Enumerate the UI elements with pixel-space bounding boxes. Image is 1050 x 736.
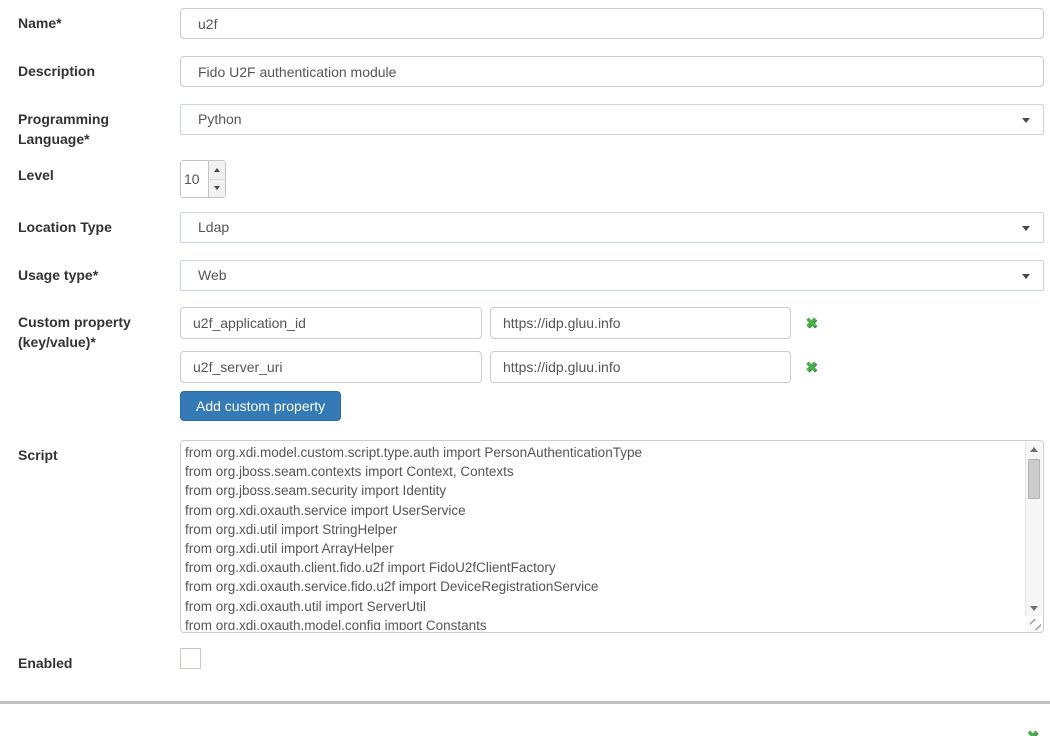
- usage-type-row: Usage type* Web: [18, 260, 1044, 291]
- programming-language-value: Python: [198, 111, 242, 127]
- custom-property-section: Custom property (key/value)* ✖ ✖ Add cus…: [18, 307, 1044, 421]
- custom-property-value-input[interactable]: [490, 351, 791, 383]
- scrollbar-down-arrow-icon[interactable]: [1030, 606, 1038, 611]
- enabled-checkbox[interactable]: [180, 648, 201, 669]
- location-type-row: Location Type Ldap: [18, 212, 1044, 243]
- name-input[interactable]: [180, 8, 1044, 39]
- custom-script-form: Name* Description Programming Language* …: [0, 0, 1050, 704]
- triangle-down-icon: [214, 186, 220, 190]
- programming-language-row: Programming Language* Python: [18, 104, 1044, 135]
- script-label: Script: [18, 445, 168, 465]
- enabled-label: Enabled: [18, 653, 168, 673]
- custom-property-row: ✖: [180, 307, 1038, 339]
- usage-type-label: Usage type*: [18, 265, 168, 285]
- level-value[interactable]: 10: [181, 161, 208, 197]
- usage-type-value: Web: [198, 267, 227, 283]
- level-label: Level: [18, 165, 168, 185]
- programming-language-select[interactable]: Python: [180, 104, 1044, 135]
- custom-property-value-input[interactable]: [490, 307, 791, 339]
- description-input[interactable]: [180, 56, 1044, 87]
- level-row: Level 10: [18, 160, 1044, 198]
- custom-property-row: ✖: [180, 351, 1038, 383]
- custom-property-key-input[interactable]: [180, 307, 482, 339]
- stepper-down-button[interactable]: [209, 179, 225, 198]
- triangle-up-icon: [214, 168, 220, 172]
- resize-grip-icon[interactable]: [1030, 619, 1041, 630]
- location-type-label: Location Type: [18, 217, 168, 237]
- script-row: Script from org.xdi.model.custom.script.…: [18, 440, 1044, 633]
- stepper-up-button[interactable]: [209, 161, 225, 179]
- chevron-down-icon: [1022, 226, 1030, 231]
- partial-green-x-icon: ✖: [1026, 727, 1039, 736]
- script-textarea-content[interactable]: from org.xdi.model.custom.script.type.au…: [185, 443, 1023, 630]
- enabled-row: Enabled: [18, 648, 1044, 669]
- name-label: Name*: [18, 13, 168, 33]
- footer-divider: [0, 701, 1050, 704]
- delete-property-icon[interactable]: ✖: [805, 316, 818, 331]
- chevron-down-icon: [1022, 274, 1030, 279]
- usage-type-select[interactable]: Web: [180, 260, 1044, 291]
- add-custom-property-button[interactable]: Add custom property: [180, 391, 341, 421]
- chevron-down-icon: [1022, 118, 1030, 123]
- level-stepper[interactable]: 10: [180, 160, 226, 198]
- name-row: Name*: [18, 8, 1044, 39]
- level-stepper-buttons: [208, 161, 225, 197]
- description-row: Description: [18, 56, 1044, 87]
- scrollbar-thumb[interactable]: [1028, 459, 1040, 499]
- programming-language-label: Programming Language*: [18, 109, 168, 149]
- description-label: Description: [18, 61, 168, 81]
- custom-property-label: Custom property (key/value)*: [18, 312, 168, 352]
- scrollbar-up-arrow-icon[interactable]: [1030, 447, 1038, 452]
- location-type-select[interactable]: Ldap: [180, 212, 1044, 243]
- custom-property-key-input[interactable]: [180, 351, 482, 383]
- script-textarea[interactable]: from org.xdi.model.custom.script.type.au…: [180, 440, 1044, 633]
- location-type-value: Ldap: [198, 219, 229, 235]
- delete-property-icon[interactable]: ✖: [805, 360, 818, 375]
- script-scrollbar[interactable]: [1025, 442, 1042, 616]
